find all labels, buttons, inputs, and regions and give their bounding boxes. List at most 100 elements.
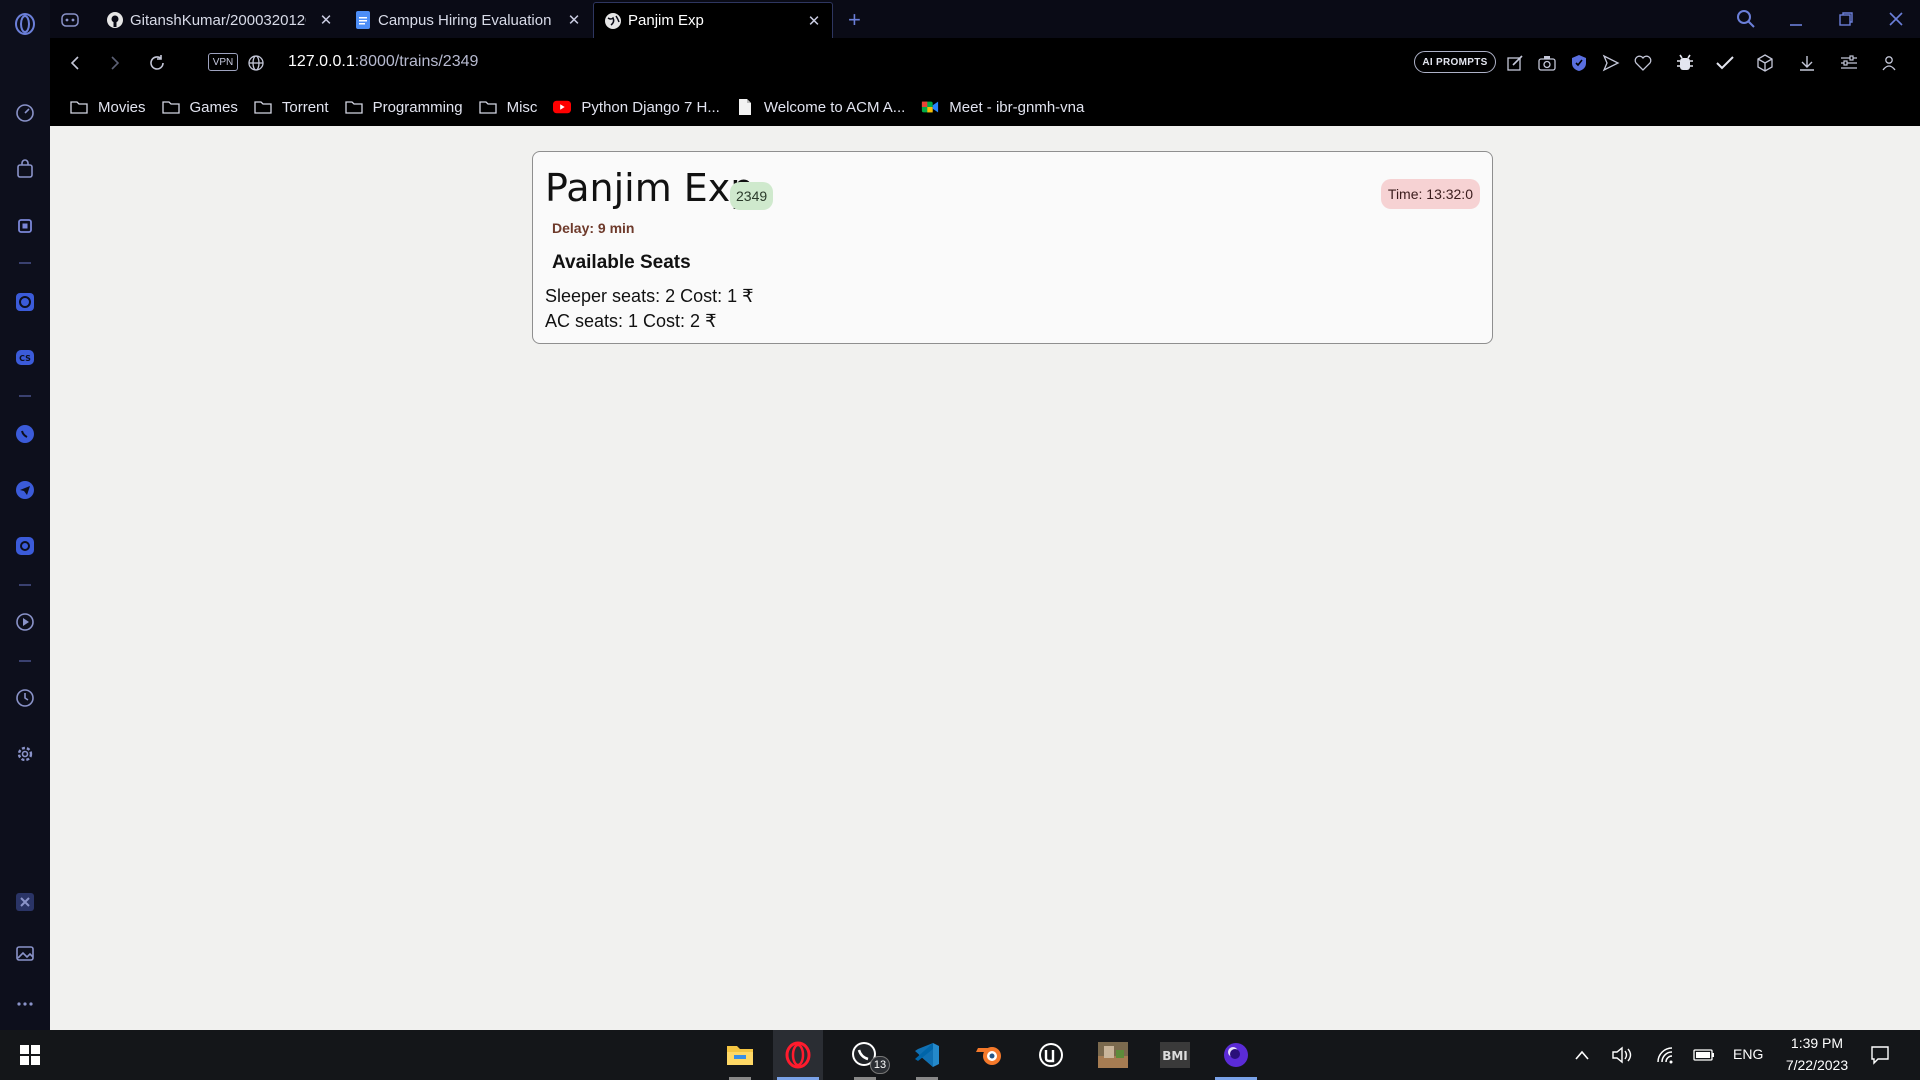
- extension-bug-icon[interactable]: [1672, 50, 1698, 76]
- train-name: Panjim Exp: [545, 166, 755, 210]
- blender-icon[interactable]: [964, 1030, 1014, 1080]
- tray-overflow-icon[interactable]: [1560, 1030, 1604, 1080]
- windows-taskbar: 13 BMI ENG 1:39 PM 7/22/2023: [0, 1030, 1920, 1080]
- tools-icon[interactable]: [0, 884, 50, 920]
- tab-campus-hiring[interactable]: Campus Hiring Evaluation - ✕: [344, 2, 592, 38]
- telegram-icon[interactable]: [0, 472, 50, 508]
- close-tab-icon[interactable]: ✕: [316, 10, 336, 30]
- chatsonic-icon[interactable]: CS: [0, 340, 50, 376]
- unreal-engine-icon[interactable]: [1026, 1030, 1076, 1080]
- bookmark-label: Torrent: [281, 98, 329, 116]
- download-icon[interactable]: [1794, 50, 1820, 76]
- tab-title: Campus Hiring Evaluation -: [378, 11, 554, 29]
- vpn-badge[interactable]: VPN: [208, 53, 238, 71]
- bookmark-label: Misc: [506, 98, 538, 116]
- tab-github[interactable]: GitanshKumar/20003201200 ✕: [96, 2, 344, 38]
- wifi-icon[interactable]: [1642, 1030, 1686, 1080]
- speed-dial-icon[interactable]: [0, 94, 50, 130]
- bookmark-torrent[interactable]: Torrent: [254, 99, 329, 116]
- forward-icon[interactable]: [102, 50, 128, 76]
- bookmark-label: Programming: [372, 98, 463, 116]
- game-thumbnail-icon[interactable]: [1088, 1030, 1138, 1080]
- whatsapp-unread-badge: 13: [870, 1056, 890, 1074]
- history-icon[interactable]: [0, 680, 50, 716]
- reload-icon[interactable]: [144, 50, 170, 76]
- language-indicator[interactable]: ENG: [1733, 1046, 1763, 1062]
- restore-icon[interactable]: [1826, 4, 1866, 34]
- minimize-icon[interactable]: [1776, 4, 1816, 34]
- opera-logo-icon[interactable]: [0, 6, 50, 42]
- bookmark-label: Welcome to ACM A...: [763, 98, 906, 116]
- tab-title: GitanshKumar/20003201200: [130, 11, 306, 29]
- close-tab-icon[interactable]: ✕: [804, 11, 824, 31]
- svg-text:BMI: BMI: [1162, 1049, 1188, 1063]
- gallery-icon[interactable]: [0, 936, 50, 972]
- opera-taskbar-icon[interactable]: [773, 1030, 823, 1080]
- player-icon[interactable]: [0, 604, 50, 640]
- tab-panjim-exp[interactable]: Panjim Exp ✕: [593, 2, 833, 38]
- bmi-app-icon[interactable]: BMI: [1150, 1030, 1200, 1080]
- volume-icon[interactable]: [1600, 1030, 1644, 1080]
- easy-setup-icon[interactable]: [1836, 50, 1862, 76]
- edit-icon[interactable]: [1502, 50, 1528, 76]
- bookmark-programming[interactable]: Programming: [344, 98, 463, 116]
- sidebar-divider: [19, 262, 31, 264]
- heart-icon[interactable]: [1630, 50, 1656, 76]
- address-bar: VPN 127.0.0.1:8000/trains/2349 AI PROMPT…: [50, 38, 1920, 88]
- settings-gear-icon[interactable]: [0, 736, 50, 772]
- chatgpt-icon[interactable]: [0, 284, 50, 320]
- search-tabs-icon[interactable]: [1726, 4, 1766, 34]
- shield-icon[interactable]: [1566, 50, 1592, 76]
- bookmark-movies[interactable]: Movies: [70, 99, 146, 116]
- bookmark-label: Movies: [98, 98, 146, 116]
- close-window-icon[interactable]: [1876, 4, 1916, 34]
- more-icon[interactable]: [0, 986, 50, 1022]
- shopping-icon[interactable]: [0, 151, 50, 187]
- windows-start-icon[interactable]: [5, 1030, 55, 1080]
- send-icon[interactable]: [1598, 50, 1624, 76]
- whatsapp-icon[interactable]: [0, 416, 50, 452]
- tab-title: Panjim Exp: [628, 12, 704, 29]
- workspaces-icon[interactable]: [52, 2, 88, 38]
- bookmark-acm[interactable]: Welcome to ACM A...: [736, 99, 905, 116]
- instagram-icon[interactable]: [0, 528, 50, 564]
- train-card: Panjim Exp 2349 Time: 13:32:0 Delay: 9 m…: [532, 151, 1493, 344]
- close-tab-icon[interactable]: ✕: [564, 10, 584, 30]
- checkmark-icon[interactable]: [1712, 50, 1738, 76]
- folder-icon: [478, 99, 497, 115]
- document-icon: [736, 99, 754, 115]
- available-seats-heading: Available Seats: [552, 252, 691, 273]
- globe-icon: [604, 12, 622, 30]
- profile-icon[interactable]: [1876, 50, 1902, 76]
- file-explorer-icon[interactable]: [715, 1030, 765, 1080]
- clock-time[interactable]: 1:39 PM: [1787, 1035, 1847, 1051]
- chip-icon[interactable]: [0, 208, 50, 244]
- site-info-globe-icon[interactable]: [243, 50, 269, 76]
- back-icon[interactable]: [62, 50, 88, 76]
- sleeper-seats-info: Sleeper seats: 2 Cost: 1 ₹: [545, 286, 754, 306]
- url-host: 127.0.0.1: [288, 53, 355, 70]
- camera-snapshot-icon[interactable]: [1534, 50, 1560, 76]
- bookmark-misc[interactable]: Misc: [478, 98, 538, 116]
- bookmark-games[interactable]: Games: [161, 99, 238, 116]
- docs-icon: [354, 11, 372, 29]
- ai-prompts-button[interactable]: AI PROMPTS: [1414, 51, 1496, 73]
- bookmark-python-django[interactable]: Python Django 7 H...: [553, 98, 720, 116]
- time-badge: Time: 13:32:0: [1380, 179, 1480, 209]
- meet-icon: [921, 99, 939, 115]
- whatsapp-taskbar-icon[interactable]: 13: [840, 1030, 890, 1080]
- notifications-icon[interactable]: [1855, 1030, 1905, 1080]
- cube-icon[interactable]: [1752, 50, 1778, 76]
- clock-date[interactable]: 7/22/2023: [1775, 1057, 1859, 1073]
- bookmark-meet[interactable]: Meet - ibr-gnmh-vna: [921, 99, 1084, 116]
- train-number-badge: 2349: [730, 182, 774, 210]
- folder-icon: [254, 99, 272, 115]
- url-path: :8000/trains/2349: [354, 53, 479, 70]
- vscode-icon[interactable]: [902, 1030, 952, 1080]
- battery-icon[interactable]: [1682, 1030, 1726, 1080]
- new-tab-icon[interactable]: +: [840, 2, 876, 38]
- purple-app-icon[interactable]: [1211, 1030, 1261, 1080]
- bookmark-label: Python Django 7 H...: [581, 98, 720, 116]
- url-field[interactable]: 127.0.0.1:8000/trains/2349: [288, 53, 478, 71]
- sidebar-divider: [19, 660, 31, 662]
